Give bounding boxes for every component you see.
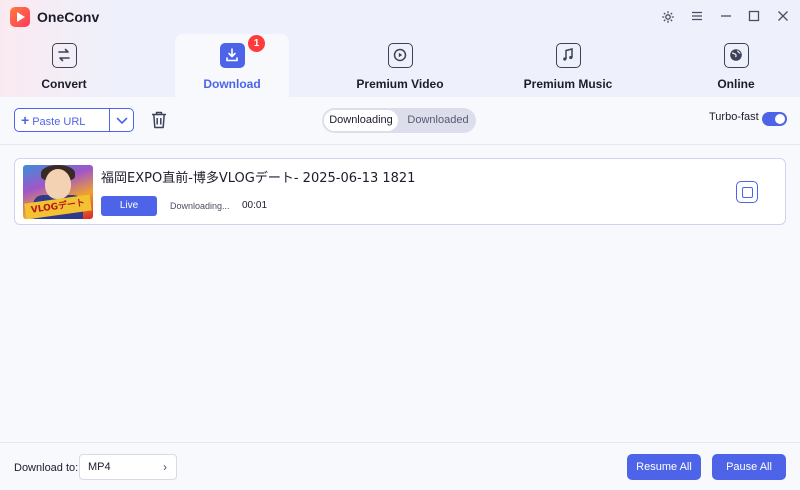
- live-badge: Live: [101, 196, 157, 216]
- turbo-fast-toggle[interactable]: [762, 112, 787, 126]
- download-status-segmented-control: Downloading Downloaded: [322, 108, 476, 133]
- premium-music-icon: [555, 43, 581, 68]
- footer-bar: Download to: MP4 › Resume All Pause All: [0, 442, 800, 490]
- download-list: VLOGデート 福岡EXPO直前-博多VLOGデート- 2025-06-13 1…: [0, 145, 800, 442]
- pause-all-button[interactable]: Pause All: [712, 454, 786, 480]
- premium-video-icon: [387, 43, 413, 68]
- maximize-icon[interactable]: [745, 8, 763, 26]
- tab-label: Convert: [41, 77, 87, 91]
- video-thumbnail: VLOGデート: [23, 165, 93, 219]
- download-item: VLOGデート 福岡EXPO直前-博多VLOGデート- 2025-06-13 1…: [14, 158, 786, 225]
- tab-downloaded[interactable]: Downloaded: [402, 110, 474, 131]
- tab-convert[interactable]: Convert: [0, 34, 128, 97]
- tab-label: Download: [203, 77, 261, 91]
- online-icon: [723, 43, 749, 68]
- paste-url-label: Paste URL: [32, 116, 86, 128]
- app-header: OneConv Convert 1 Download Premium Video…: [0, 0, 800, 97]
- delete-trash-icon[interactable]: [150, 110, 168, 130]
- paste-url-dropdown[interactable]: [109, 108, 134, 132]
- title-bar: OneConv: [0, 0, 800, 34]
- chevron-right-icon: ›: [163, 460, 167, 474]
- download-status-text: Downloading...: [170, 201, 230, 211]
- tab-online[interactable]: Online: [672, 34, 800, 97]
- minimize-icon[interactable]: [717, 8, 735, 26]
- stop-download-button[interactable]: [736, 181, 758, 203]
- main-tabs: Convert 1 Download Premium Video Premium…: [0, 34, 800, 97]
- video-title: 福岡EXPO直前-博多VLOGデート- 2025-06-13 1821: [101, 171, 416, 186]
- tab-label: Online: [717, 77, 755, 91]
- download-count-badge: 1: [248, 35, 265, 52]
- tab-premium-video[interactable]: Premium Video: [330, 34, 470, 97]
- app-logo-icon: [10, 7, 30, 27]
- elapsed-time: 00:01: [242, 200, 268, 211]
- tab-label: Premium Video: [356, 77, 444, 91]
- app-title: OneConv: [37, 9, 100, 25]
- tab-label: Premium Music: [523, 77, 613, 91]
- tab-premium-music[interactable]: Premium Music: [498, 34, 638, 97]
- plus-icon: +: [21, 112, 30, 128]
- format-value: MP4: [88, 461, 111, 473]
- settings-icon[interactable]: [659, 8, 677, 26]
- menu-icon[interactable]: [688, 8, 706, 26]
- convert-icon: [51, 43, 77, 68]
- tab-downloading[interactable]: Downloading: [324, 110, 398, 131]
- output-format-select[interactable]: MP4 ›: [79, 454, 177, 480]
- close-icon[interactable]: [774, 8, 792, 26]
- download-to-label: Download to:: [14, 462, 79, 474]
- paste-url-button[interactable]: + Paste URL: [14, 108, 110, 132]
- tab-download[interactable]: 1 Download: [175, 34, 289, 97]
- turbo-fast-label: Turbo-fast: [709, 111, 759, 123]
- chevron-down-icon: [116, 117, 128, 125]
- resume-all-button[interactable]: Resume All: [627, 454, 701, 480]
- download-icon: [219, 43, 245, 68]
